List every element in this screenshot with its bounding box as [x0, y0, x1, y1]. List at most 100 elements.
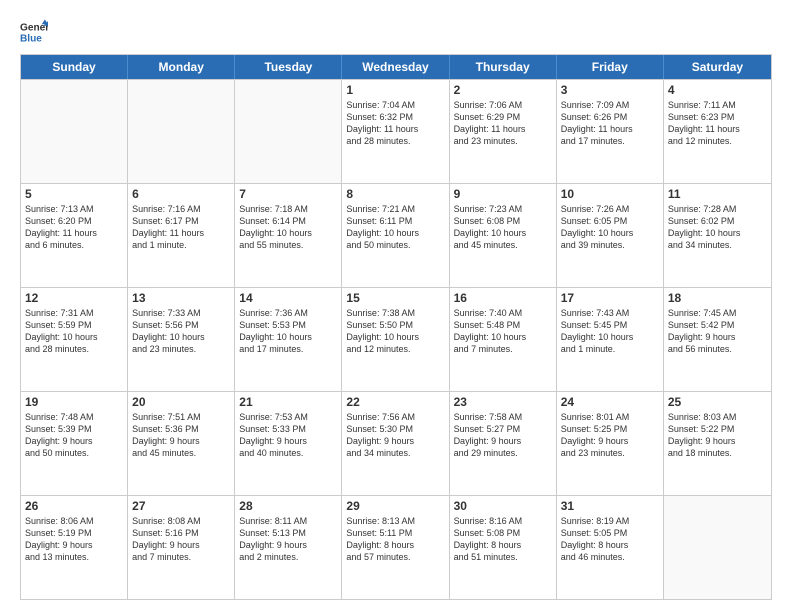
day-info: Sunrise: 8:13 AM Sunset: 5:11 PM Dayligh…: [346, 515, 444, 564]
calendar-day-11: 11 Sunrise: 7:28 AM Sunset: 6:02 PM Dayli…: [664, 184, 771, 287]
calendar-day-10: 10Sunrise: 7:26 AM Sunset: 6:05 PM Dayli…: [557, 184, 664, 287]
calendar-day-21: 21 Sunrise: 7:53 AM Sunset: 5:33 PM Dayli…: [235, 392, 342, 495]
calendar-week-2: 5Sunrise: 7:13 AM Sunset: 6:20 PM Daylig…: [21, 183, 771, 287]
day-number: 31: [561, 499, 659, 513]
calendar-day-empty: [664, 496, 771, 599]
header-day-wednesday: Wednesday: [342, 55, 449, 79]
day-info: Sunrise: 7:53 AM Sunset: 5:33 PM Dayligh…: [239, 411, 337, 460]
day-number: 3: [561, 83, 659, 97]
header-day-monday: Monday: [128, 55, 235, 79]
day-number: 22: [346, 395, 444, 409]
day-number: 19: [25, 395, 123, 409]
header-day-friday: Friday: [557, 55, 664, 79]
calendar-day-2: 2 Sunrise: 7:06 AM Sunset: 6:29 PM Daylig…: [450, 80, 557, 183]
calendar-day-27: 27Sunrise: 8:08 AM Sunset: 5:16 PM Dayli…: [128, 496, 235, 599]
day-number: 30: [454, 499, 552, 513]
day-number: 4: [668, 83, 767, 97]
day-number: 7: [239, 187, 337, 201]
calendar-day-17: 17 Sunrise: 7:43 AM Sunset: 5:45 PM Dayli…: [557, 288, 664, 391]
day-number: 15: [346, 291, 444, 305]
calendar-day-20: 20 Sunrise: 7:51 AM Sunset: 5:36 PM Dayli…: [128, 392, 235, 495]
day-info: Sunrise: 7:09 AM Sunset: 6:26 PM Dayligh…: [561, 99, 659, 148]
calendar-day-7: 7 Sunrise: 7:18 AM Sunset: 6:14 PM Daylig…: [235, 184, 342, 287]
calendar-header: SundayMondayTuesdayWednesdayThursdayFrid…: [21, 55, 771, 79]
day-info: Sunrise: 8:01 AM Sunset: 5:25 PM Dayligh…: [561, 411, 659, 460]
day-info: Sunrise: 8:11 AM Sunset: 5:13 PM Dayligh…: [239, 515, 337, 564]
day-info: Sunrise: 7:56 AM Sunset: 5:30 PM Dayligh…: [346, 411, 444, 460]
day-info: Sunrise: 7:51 AM Sunset: 5:36 PM Dayligh…: [132, 411, 230, 460]
day-number: 5: [25, 187, 123, 201]
calendar-day-empty: [21, 80, 128, 183]
calendar-day-4: 4 Sunrise: 7:11 AM Sunset: 6:23 PM Daylig…: [664, 80, 771, 183]
day-info: Sunrise: 7:11 AM Sunset: 6:23 PM Dayligh…: [668, 99, 767, 148]
day-number: 11: [668, 187, 767, 201]
day-number: 8: [346, 187, 444, 201]
header-day-sunday: Sunday: [21, 55, 128, 79]
day-number: 14: [239, 291, 337, 305]
header-day-saturday: Saturday: [664, 55, 771, 79]
day-info: Sunrise: 8:16 AM Sunset: 5:08 PM Dayligh…: [454, 515, 552, 564]
calendar-day-24: 24Sunrise: 8:01 AM Sunset: 5:25 PM Dayli…: [557, 392, 664, 495]
calendar-day-25: 25 Sunrise: 8:03 AM Sunset: 5:22 PM Dayli…: [664, 392, 771, 495]
day-number: 18: [668, 291, 767, 305]
day-info: Sunrise: 8:08 AM Sunset: 5:16 PM Dayligh…: [132, 515, 230, 564]
day-info: Sunrise: 7:26 AM Sunset: 6:05 PM Dayligh…: [561, 203, 659, 252]
calendar-day-28: 28Sunrise: 8:11 AM Sunset: 5:13 PM Dayli…: [235, 496, 342, 599]
calendar-day-5: 5Sunrise: 7:13 AM Sunset: 6:20 PM Daylig…: [21, 184, 128, 287]
calendar-day-15: 15 Sunrise: 7:38 AM Sunset: 5:50 PM Dayli…: [342, 288, 449, 391]
day-number: 9: [454, 187, 552, 201]
calendar-day-empty: [235, 80, 342, 183]
day-number: 29: [346, 499, 444, 513]
day-number: 17: [561, 291, 659, 305]
calendar-day-29: 29 Sunrise: 8:13 AM Sunset: 5:11 PM Dayli…: [342, 496, 449, 599]
day-number: 25: [668, 395, 767, 409]
day-info: Sunrise: 7:40 AM Sunset: 5:48 PM Dayligh…: [454, 307, 552, 356]
calendar-day-1: 1Sunrise: 7:04 AM Sunset: 6:32 PM Daylig…: [342, 80, 449, 183]
day-info: Sunrise: 7:21 AM Sunset: 6:11 PM Dayligh…: [346, 203, 444, 252]
calendar-page: General Blue SundayMondayTuesdayWednesda…: [0, 0, 792, 612]
day-info: Sunrise: 7:38 AM Sunset: 5:50 PM Dayligh…: [346, 307, 444, 356]
header: General Blue: [20, 18, 772, 46]
day-info: Sunrise: 7:48 AM Sunset: 5:39 PM Dayligh…: [25, 411, 123, 460]
day-info: Sunrise: 7:06 AM Sunset: 6:29 PM Dayligh…: [454, 99, 552, 148]
day-number: 20: [132, 395, 230, 409]
day-number: 1: [346, 83, 444, 97]
calendar-day-12: 12 Sunrise: 7:31 AM Sunset: 5:59 PM Dayli…: [21, 288, 128, 391]
calendar-week-3: 12 Sunrise: 7:31 AM Sunset: 5:59 PM Dayli…: [21, 287, 771, 391]
calendar-day-14: 14 Sunrise: 7:36 AM Sunset: 5:53 PM Dayli…: [235, 288, 342, 391]
day-info: Sunrise: 7:31 AM Sunset: 5:59 PM Dayligh…: [25, 307, 123, 356]
day-info: Sunrise: 7:18 AM Sunset: 6:14 PM Dayligh…: [239, 203, 337, 252]
day-number: 13: [132, 291, 230, 305]
day-number: 23: [454, 395, 552, 409]
day-number: 12: [25, 291, 123, 305]
day-number: 2: [454, 83, 552, 97]
day-info: Sunrise: 8:03 AM Sunset: 5:22 PM Dayligh…: [668, 411, 767, 460]
svg-text:Blue: Blue: [20, 33, 42, 44]
day-info: Sunrise: 7:36 AM Sunset: 5:53 PM Dayligh…: [239, 307, 337, 356]
logo-icon: General Blue: [20, 18, 48, 46]
day-info: Sunrise: 7:16 AM Sunset: 6:17 PM Dayligh…: [132, 203, 230, 252]
day-info: Sunrise: 7:58 AM Sunset: 5:27 PM Dayligh…: [454, 411, 552, 460]
day-number: 21: [239, 395, 337, 409]
calendar-day-9: 9 Sunrise: 7:23 AM Sunset: 6:08 PM Daylig…: [450, 184, 557, 287]
calendar-day-6: 6Sunrise: 7:16 AM Sunset: 6:17 PM Daylig…: [128, 184, 235, 287]
logo: General Blue: [20, 18, 48, 46]
calendar: SundayMondayTuesdayWednesdayThursdayFrid…: [20, 54, 772, 600]
header-day-thursday: Thursday: [450, 55, 557, 79]
day-info: Sunrise: 8:19 AM Sunset: 5:05 PM Dayligh…: [561, 515, 659, 564]
calendar-body: 1Sunrise: 7:04 AM Sunset: 6:32 PM Daylig…: [21, 79, 771, 599]
calendar-week-1: 1Sunrise: 7:04 AM Sunset: 6:32 PM Daylig…: [21, 79, 771, 183]
day-number: 16: [454, 291, 552, 305]
day-info: Sunrise: 8:06 AM Sunset: 5:19 PM Dayligh…: [25, 515, 123, 564]
day-info: Sunrise: 7:28 AM Sunset: 6:02 PM Dayligh…: [668, 203, 767, 252]
calendar-week-5: 26 Sunrise: 8:06 AM Sunset: 5:19 PM Dayli…: [21, 495, 771, 599]
day-info: Sunrise: 7:43 AM Sunset: 5:45 PM Dayligh…: [561, 307, 659, 356]
day-info: Sunrise: 7:23 AM Sunset: 6:08 PM Dayligh…: [454, 203, 552, 252]
calendar-day-18: 18Sunrise: 7:45 AM Sunset: 5:42 PM Dayli…: [664, 288, 771, 391]
day-info: Sunrise: 7:33 AM Sunset: 5:56 PM Dayligh…: [132, 307, 230, 356]
calendar-day-3: 3 Sunrise: 7:09 AM Sunset: 6:26 PM Daylig…: [557, 80, 664, 183]
calendar-week-4: 19 Sunrise: 7:48 AM Sunset: 5:39 PM Dayli…: [21, 391, 771, 495]
calendar-day-30: 30 Sunrise: 8:16 AM Sunset: 5:08 PM Dayli…: [450, 496, 557, 599]
day-number: 26: [25, 499, 123, 513]
calendar-day-19: 19 Sunrise: 7:48 AM Sunset: 5:39 PM Dayli…: [21, 392, 128, 495]
